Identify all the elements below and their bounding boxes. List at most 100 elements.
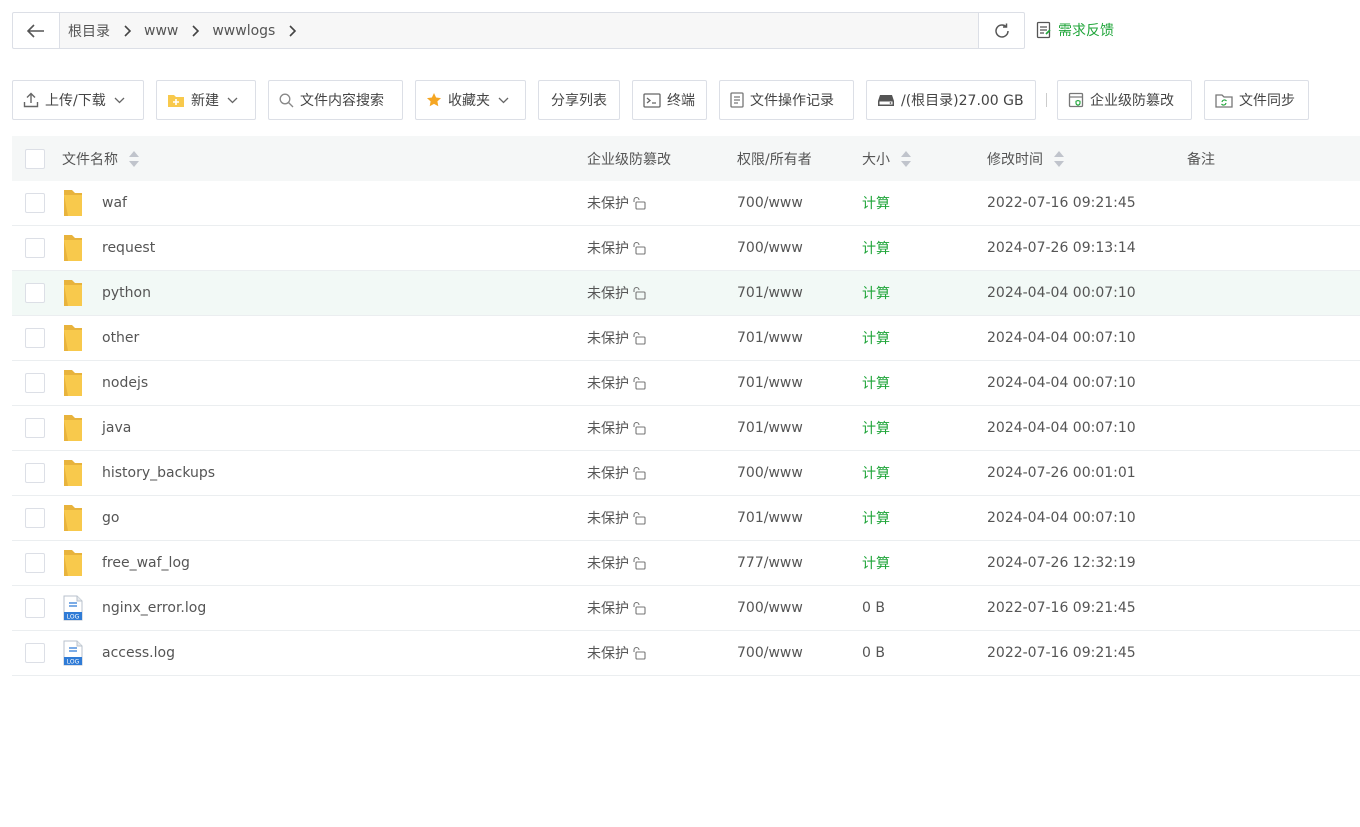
unlock-icon[interactable]: [632, 376, 646, 390]
chevron-right-icon[interactable]: [289, 24, 297, 37]
file-name[interactable]: access.log: [102, 645, 175, 661]
sort-icon[interactable]: [900, 150, 912, 168]
table-row[interactable]: nodejs 未保护 701/www 计算 2024-04-04 00:07:10: [12, 361, 1360, 406]
table-row[interactable]: other 未保护 701/www 计算 2024-04-04 00:07:10: [12, 316, 1360, 361]
file-name[interactable]: waf: [102, 195, 127, 211]
unlock-icon[interactable]: [632, 241, 646, 255]
tamper-protection-button[interactable]: 企业级防篡改: [1057, 80, 1192, 120]
table-row[interactable]: java 未保护 701/www 计算 2024-04-04 00:07:10: [12, 406, 1360, 451]
row-checkbox[interactable]: [25, 598, 45, 618]
row-checkbox[interactable]: [25, 463, 45, 483]
row-checkbox[interactable]: [25, 283, 45, 303]
upload-download-button[interactable]: 上传/下载: [12, 80, 144, 120]
file-name[interactable]: other: [102, 330, 139, 346]
row-checkbox[interactable]: [25, 193, 45, 213]
permission-owner[interactable]: 700/www: [737, 240, 803, 256]
disk-button[interactable]: /(根目录)27.00 GB: [866, 80, 1036, 120]
breadcrumb-item-www[interactable]: www: [144, 13, 212, 48]
row-checkbox[interactable]: [25, 553, 45, 573]
chevron-right-icon[interactable]: [192, 24, 200, 37]
permission-owner[interactable]: 700/www: [737, 600, 803, 616]
file-name[interactable]: python: [102, 285, 151, 301]
file-name[interactable]: request: [102, 240, 155, 256]
column-name[interactable]: 文件名称: [58, 149, 587, 169]
calculate-size-link[interactable]: 计算: [862, 328, 890, 348]
breadcrumb-item-wwwlogs[interactable]: wwwlogs: [212, 13, 309, 48]
column-name-label: 文件名称: [62, 151, 118, 168]
permission-owner[interactable]: 701/www: [737, 330, 803, 346]
column-size[interactable]: 大小: [862, 149, 987, 169]
sort-icon[interactable]: [128, 150, 140, 168]
column-mtime[interactable]: 修改时间: [987, 149, 1187, 169]
calculate-size-link[interactable]: 计算: [862, 463, 890, 483]
table-row[interactable]: history_backups 未保护 700/www 计算 2024-07-26 00…: [12, 451, 1360, 496]
table-row[interactable]: LOG nginx_error.log 未保护 700/www 0 B 2022-07-1…: [12, 586, 1360, 631]
unlock-icon[interactable]: [632, 556, 646, 570]
permission-owner[interactable]: 700/www: [737, 195, 803, 211]
permission-owner[interactable]: 777/www: [737, 555, 803, 571]
row-checkbox[interactable]: [25, 418, 45, 438]
feedback-label: 需求反馈: [1058, 23, 1114, 39]
permission-owner[interactable]: 700/www: [737, 465, 803, 481]
unlock-icon[interactable]: [632, 601, 646, 615]
row-checkbox[interactable]: [25, 238, 45, 258]
unlock-icon[interactable]: [632, 421, 646, 435]
permission-owner[interactable]: 701/www: [737, 510, 803, 526]
unlock-icon[interactable]: [632, 196, 646, 210]
breadcrumb-item-root[interactable]: 根目录: [68, 13, 144, 48]
feedback-link[interactable]: 需求反馈: [1036, 20, 1114, 40]
breadcrumb: 根目录 www wwwlogs: [60, 13, 979, 48]
permission-owner[interactable]: 701/www: [737, 420, 803, 436]
row-checkbox[interactable]: [25, 643, 45, 663]
unlock-icon[interactable]: [632, 466, 646, 480]
table-row[interactable]: go 未保护 701/www 计算 2024-04-04 00:07:10: [12, 496, 1360, 541]
sort-icon[interactable]: [1053, 150, 1065, 168]
table-row[interactable]: waf 未保护 700/www 计算 2022-07-16 09:21:45: [12, 181, 1360, 226]
permission-owner[interactable]: 701/www: [737, 285, 803, 301]
column-note-label: 备注: [1187, 151, 1215, 168]
terminal-icon: [643, 92, 661, 108]
operation-log-label: 文件操作记录: [750, 93, 834, 109]
row-checkbox[interactable]: [25, 328, 45, 348]
file-name[interactable]: nodejs: [102, 375, 148, 391]
row-checkbox[interactable]: [25, 508, 45, 528]
table-row[interactable]: free_waf_log 未保护 777/www 计算 2024-07-26 12:32…: [12, 541, 1360, 586]
file-name[interactable]: nginx_error.log: [102, 600, 206, 616]
folder-icon: [62, 369, 94, 397]
calculate-size-link[interactable]: 计算: [862, 193, 890, 213]
calculate-size-link[interactable]: 计算: [862, 373, 890, 393]
permission-owner[interactable]: 701/www: [737, 375, 803, 391]
calculate-size-link[interactable]: 计算: [862, 508, 890, 528]
unlock-icon[interactable]: [632, 511, 646, 525]
file-name[interactable]: java: [102, 420, 131, 436]
refresh-button[interactable]: [979, 13, 1024, 48]
file-name[interactable]: free_waf_log: [102, 555, 190, 571]
share-list-button[interactable]: 分享列表: [538, 80, 620, 120]
operation-log-button[interactable]: 文件操作记录: [719, 80, 854, 120]
unlock-icon[interactable]: [632, 286, 646, 300]
breadcrumb-label: wwwlogs: [212, 22, 276, 39]
row-checkbox[interactable]: [25, 373, 45, 393]
tamper-protection-label: 企业级防篡改: [1090, 93, 1174, 109]
permission-owner[interactable]: 700/www: [737, 645, 803, 661]
table-row[interactable]: request 未保护 700/www 计算 2024-07-26 09:13:14: [12, 226, 1360, 271]
file-sync-button[interactable]: 文件同步: [1204, 80, 1309, 120]
unlock-icon[interactable]: [632, 646, 646, 660]
back-button[interactable]: [13, 13, 60, 48]
unlock-icon[interactable]: [632, 331, 646, 345]
file-name[interactable]: history_backups: [102, 465, 215, 481]
content-search-button[interactable]: 文件内容搜索: [268, 80, 403, 120]
table-row[interactable]: LOG access.log 未保护 700/www 0 B 2022-07-16 09:…: [12, 631, 1360, 676]
select-all-checkbox[interactable]: [25, 148, 45, 169]
calculate-size-link[interactable]: 计算: [862, 553, 890, 573]
calculate-size-link[interactable]: 计算: [862, 283, 890, 303]
terminal-button[interactable]: 终端: [632, 80, 707, 120]
calculate-size-link[interactable]: 计算: [862, 238, 890, 258]
calculate-size-link[interactable]: 计算: [862, 418, 890, 438]
chevron-right-icon[interactable]: [124, 24, 132, 37]
new-button[interactable]: 新建: [156, 80, 256, 120]
file-name[interactable]: go: [102, 510, 119, 526]
favorites-button[interactable]: 收藏夹: [415, 80, 526, 120]
protect-status: 未保护: [587, 511, 629, 527]
table-row[interactable]: python 未保护 701/www 计算 2024-04-04 00:07:10: [12, 271, 1360, 316]
